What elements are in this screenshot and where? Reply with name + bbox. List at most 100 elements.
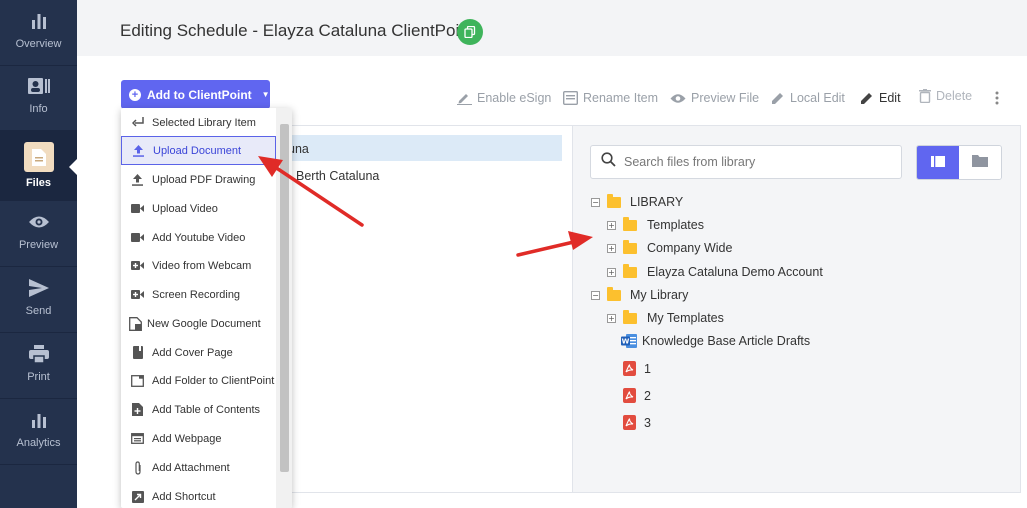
list-item[interactable]: Berth Cataluna	[296, 169, 379, 183]
tree-node-my-templates[interactable]: + My Templates	[607, 309, 724, 325]
pdf-icon	[623, 388, 636, 403]
return-arrow-icon	[131, 116, 144, 129]
tree-node-label: Elayza Cataluna Demo Account	[647, 265, 823, 279]
page-title: Editing Schedule - Elayza Cataluna Clien…	[120, 21, 474, 40]
menu-item-label: Add Cover Page	[152, 346, 233, 359]
library-search[interactable]	[590, 145, 902, 179]
tree-node-label: 3	[644, 415, 651, 430]
dropdown-scrollbar-thumb[interactable]	[280, 124, 289, 472]
menu-item-selected-library-item[interactable]: Selected Library Item	[121, 108, 276, 137]
enable-esign-button[interactable]: Enable eSign	[457, 88, 551, 108]
menu-item-upload-document[interactable]: Upload Document	[121, 136, 276, 165]
list-view-button[interactable]	[917, 146, 959, 179]
menu-item-new-google-document[interactable]: New Google Document	[121, 309, 276, 338]
folder-icon	[623, 263, 637, 278]
delete-button[interactable]: Delete	[919, 86, 972, 106]
tree-node-label: Templates	[647, 218, 704, 232]
sidebar-item-label: Info	[29, 103, 48, 115]
tree-file-pdf[interactable]: 3	[623, 415, 651, 430]
view-toggle	[916, 145, 1002, 180]
local-edit-button[interactable]: Local Edit	[771, 88, 845, 108]
tree-file-knowledge-base[interactable]: W Knowledge Base Article Drafts	[621, 334, 810, 348]
sidebar-item-label: Files	[25, 177, 52, 189]
collapse-icon[interactable]: −	[591, 290, 600, 300]
folder-icon	[623, 309, 637, 324]
more-vertical-icon	[995, 91, 999, 108]
expand-icon[interactable]: +	[607, 243, 616, 253]
folder-icon	[623, 216, 637, 231]
expand-icon[interactable]: +	[607, 313, 616, 323]
contact-card-icon	[0, 75, 77, 97]
expand-icon[interactable]: +	[607, 220, 616, 230]
tree-node-demo-account[interactable]: + Elayza Cataluna Demo Account	[607, 263, 823, 279]
folder-icon	[607, 286, 621, 301]
tree-node-company-wide[interactable]: + Company Wide	[607, 239, 733, 255]
list-item-selected[interactable]	[286, 135, 562, 161]
add-menu-dropdown: Selected Library Item Upload Document Up…	[121, 108, 292, 508]
menu-item-add-cover-page[interactable]: Add Cover Page	[121, 338, 276, 367]
menu-item-add-attachment[interactable]: Add Attachment	[121, 453, 276, 482]
book-icon	[131, 346, 144, 359]
plus-circle-icon: +	[129, 88, 141, 101]
preview-file-button[interactable]: Preview File	[670, 88, 759, 108]
sidebar: Overview Info Files Preview Send Print A…	[0, 0, 77, 508]
expand-icon[interactable]: +	[607, 267, 616, 277]
menu-item-video-from-webcam[interactable]: Video from Webcam	[121, 251, 276, 280]
menu-item-label: Upload PDF Drawing	[152, 173, 256, 186]
tree-node-label: Company Wide	[647, 241, 733, 255]
menu-item-upload-video[interactable]: Upload Video	[121, 194, 276, 223]
pencil-icon	[860, 91, 874, 105]
tree-node-library[interactable]: − LIBRARY	[591, 193, 683, 209]
menu-item-label: Add Table of Contents	[152, 403, 261, 416]
toolbar-label: Local Edit	[790, 91, 845, 105]
collapse-icon[interactable]: −	[591, 197, 600, 207]
add-to-clientpoint-button[interactable]: + Add to ClientPoint ▼	[121, 80, 270, 109]
sidebar-item-print[interactable]: Print	[0, 333, 77, 399]
webpage-icon	[131, 432, 144, 445]
sidebar-item-analytics[interactable]: Analytics	[0, 399, 77, 465]
menu-item-add-youtube-video[interactable]: Add Youtube Video	[121, 223, 276, 252]
tree-file-pdf[interactable]: 2	[623, 388, 651, 403]
menu-item-add-shortcut[interactable]: Add Shortcut	[121, 482, 276, 508]
sidebar-item-label: Print	[27, 371, 50, 383]
copy-icon[interactable]	[457, 19, 483, 45]
rename-item-button[interactable]: Rename Item	[563, 88, 658, 108]
toolbar-label: Rename Item	[583, 91, 659, 105]
tree-node-label: Knowledge Base Article Drafts	[642, 334, 811, 348]
sidebar-item-info[interactable]: Info	[0, 65, 77, 131]
shortcut-icon	[131, 490, 144, 503]
pdf-icon	[623, 415, 636, 430]
bar-chart-icon	[0, 10, 77, 32]
analytics-icon	[0, 409, 77, 431]
menu-item-add-folder[interactable]: Add Folder to ClientPoint	[121, 366, 276, 395]
sidebar-item-label: Analytics	[16, 437, 61, 449]
add-button-label: Add to ClientPoint	[147, 87, 252, 102]
sidebar-item-send[interactable]: Send	[0, 267, 77, 333]
menu-item-label: Upload Video	[152, 202, 218, 215]
toolbar-label: Enable eSign	[477, 91, 552, 105]
pencil-icon	[771, 91, 785, 105]
printer-icon	[0, 343, 77, 365]
folder-view-button[interactable]	[959, 146, 1001, 179]
tree-node-label: 2	[644, 388, 651, 403]
sidebar-item-preview[interactable]: Preview	[0, 201, 77, 267]
edit-button[interactable]: Edit	[860, 88, 901, 108]
caret-down-icon: ▼	[261, 90, 270, 99]
tree-node-my-library[interactable]: − My Library	[591, 286, 688, 302]
tree-node-templates[interactable]: + Templates	[607, 216, 704, 232]
sidebar-item-overview[interactable]: Overview	[0, 0, 77, 66]
search-input[interactable]	[624, 155, 884, 169]
menu-item-add-webpage[interactable]: Add Webpage	[121, 424, 276, 453]
menu-item-screen-recording[interactable]: Screen Recording	[121, 280, 276, 309]
menu-item-upload-pdf-drawing[interactable]: Upload PDF Drawing	[121, 165, 276, 194]
tree-file-pdf[interactable]: 1	[623, 361, 651, 376]
more-options-button[interactable]	[995, 89, 999, 109]
menu-item-add-table-of-contents[interactable]: Add Table of Contents	[121, 395, 276, 424]
pdf-icon	[623, 361, 636, 376]
menu-item-label: Add Shortcut	[152, 490, 216, 503]
sidebar-item-label: Overview	[15, 38, 62, 50]
video-camera-icon	[131, 202, 144, 215]
tree-node-label: My Templates	[647, 311, 724, 325]
paperclip-icon	[131, 460, 144, 475]
sidebar-item-files[interactable]: Files	[0, 130, 77, 201]
